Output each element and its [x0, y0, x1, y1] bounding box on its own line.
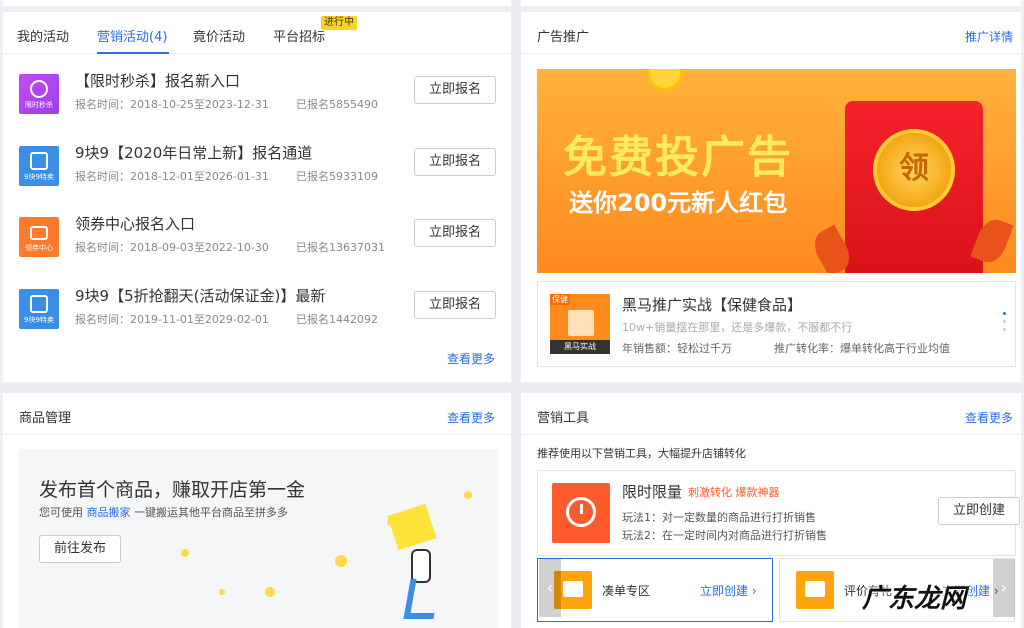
goods-migrate-link[interactable]: 商品搬家 — [87, 506, 131, 519]
decor-dot — [335, 555, 347, 567]
carousel-dot[interactable] — [1003, 320, 1006, 323]
tab-bidding-activities[interactable]: 竟价活动 — [193, 26, 245, 45]
signup-button[interactable]: 立即报名 — [414, 148, 496, 176]
activity-title: 【限时秒杀】报名新入口 — [75, 72, 241, 90]
goods-card: 商品管理 查看更多 发布首个商品，赚取开店第一金 您可使用 商品搬家 一键搬运其… — [3, 393, 511, 628]
ad-card-header: 广告推广 推广详情 — [521, 12, 1021, 54]
carousel-dots — [1003, 312, 1007, 336]
tool-item-bundle[interactable]: 凑单专区 立即创建 › — [537, 558, 773, 622]
activity-item: 限时秒杀 【限时秒杀】报名新入口 报名时间：2018-10-25至2023-12… — [3, 70, 511, 132]
person-icon — [411, 549, 431, 583]
decor-dot — [265, 587, 275, 597]
tab-my-activities[interactable]: 我的活动 — [17, 26, 69, 45]
tools-more-link[interactable]: 查看更多 — [965, 409, 1013, 426]
activity-item: 领券中心 领券中心报名入口 报名时间：2018-09-03至2022-10-30… — [3, 213, 511, 275]
coin-badge: 领 — [873, 129, 955, 211]
ad-card-title: 广告推广 — [537, 30, 590, 45]
activities-more-link[interactable]: 查看更多 — [447, 350, 495, 367]
tab-marketing-activities[interactable]: 营销活动(4) — [97, 26, 167, 45]
goods-desc: 您可使用 商品搬家 一键搬运其他平台商品至拼多多 — [39, 506, 288, 519]
activity-signup-count: 已报名1442092 — [296, 313, 378, 326]
goods-card-title: 商品管理 — [19, 411, 72, 426]
box-icon — [387, 503, 437, 551]
activity-time: 报名时间：2019-11-01至2029-02-01 — [75, 313, 269, 326]
ad-detail-link[interactable]: 推广详情 — [965, 28, 1013, 45]
alarm-clock-icon: 限时秒杀 — [19, 74, 59, 114]
decor-dot — [181, 549, 189, 557]
decor-dot — [219, 589, 225, 595]
coupon-icon: 领券中心 — [19, 217, 59, 257]
promo-item[interactable]: 保健 黑马实战 黑马推广实战【保健食品】 10w+销量摆在那里，还是多爆款，不服… — [537, 281, 1016, 367]
goods-card-header: 商品管理 查看更多 — [3, 393, 511, 435]
banner-subtitle: 送你200元新人红包 — [569, 189, 788, 217]
activity-tabs: 我的活动 营销活动(4) 竟价活动 平台招标 进行中 — [3, 12, 511, 54]
publish-goods-button[interactable]: 前往发布 — [39, 535, 121, 563]
comment-icon — [796, 571, 834, 609]
activity-item: 9块9特卖 9块9【2020年日常上新】报名通道 报名时间：2018-12-01… — [3, 142, 511, 204]
ad-card: 广告推广 推广详情 免费投广告 送你200元新人红包 领 保健 黑马实战 黑马推… — [521, 12, 1021, 382]
chevron-right-icon[interactable]: › — [993, 559, 1015, 617]
activity-time: 报名时间：2018-10-25至2023-12-31 — [75, 98, 269, 111]
activity-signup-count: 已报名5933109 — [296, 170, 378, 183]
tab-platform-bidding[interactable]: 平台招标 — [273, 26, 325, 45]
decor-dot — [464, 491, 472, 499]
chevron-left-icon[interactable]: ‹ — [539, 559, 561, 617]
tool-rule: 玩法2：在一定时间内对商品进行打折销售 — [622, 529, 827, 542]
signup-button[interactable]: 立即报名 — [414, 76, 496, 104]
tool-item-limited: 限时限量 刺激转化 爆款神器 玩法1：对一定数量的商品进行打折销售 玩法2：在一… — [537, 470, 1020, 556]
signup-button[interactable]: 立即报名 — [414, 219, 496, 247]
active-tab-indicator — [97, 52, 169, 54]
person-leg — [403, 579, 441, 619]
mini-tool-create-link[interactable]: 立即创建 › — [700, 582, 757, 599]
promo-desc: 10w+销量摆在那里，还是多爆款，不服都不行 — [622, 321, 853, 334]
alarm-clock-icon — [552, 483, 610, 543]
create-tool-button[interactable]: 立即创建 — [938, 497, 1020, 525]
nine-nine-icon: 9块9特卖 — [19, 289, 59, 329]
carousel-dot[interactable] — [1003, 312, 1006, 315]
tool-title: 限时限量 — [622, 483, 683, 501]
tools-card-title: 营销工具 — [537, 411, 590, 426]
activity-time: 报名时间：2018-12-01至2026-01-31 — [75, 170, 269, 183]
carousel-dot[interactable] — [1003, 328, 1006, 331]
activity-signup-count: 已报名13637031 — [296, 241, 385, 254]
tools-intro: 推荐使用以下营销工具，大幅提升店铺转化 — [537, 447, 746, 460]
goods-headline: 发布首个商品，赚取开店第一金 — [39, 479, 306, 501]
promo-stat-conversion: 推广转化率：爆单转化高于行业均值 — [774, 342, 950, 355]
promo-stat-sales: 年销售额：轻松过千万 — [622, 342, 732, 355]
tools-card-header: 营销工具 查看更多 — [521, 393, 1021, 435]
nine-nine-icon: 9块9特卖 — [19, 146, 59, 186]
tool-rule: 玩法1：对一定数量的商品进行打折销售 — [622, 511, 816, 524]
promo-thumbnail: 保健 黑马实战 — [550, 294, 610, 354]
activity-title: 9块9【2020年日常上新】报名通道 — [75, 144, 313, 162]
activity-item: 9块9特卖 9块9【5折抢翻天(活动保证金)】最新 报名时间：2019-11-0… — [3, 285, 511, 347]
mini-tool-label: 凑单专区 — [602, 584, 651, 598]
signup-button[interactable]: 立即报名 — [414, 291, 496, 319]
activity-signup-count: 已报名5855490 — [296, 98, 378, 111]
activities-card: 我的活动 营销活动(4) 竟价活动 平台招标 进行中 限时秒杀 【限时秒杀】报名… — [3, 12, 511, 382]
tool-tags: 刺激转化 爆款神器 — [688, 486, 780, 499]
goods-more-link[interactable]: 查看更多 — [447, 409, 495, 426]
ad-banner[interactable]: 免费投广告 送你200元新人红包 领 — [537, 69, 1016, 273]
watermark: 广东龙网 — [862, 584, 967, 614]
live-badge: 进行中 — [321, 16, 357, 30]
activity-time: 报名时间：2018-09-03至2022-10-30 — [75, 241, 269, 254]
goods-onboarding: 发布首个商品，赚取开店第一金 您可使用 商品搬家 一键搬运其他平台商品至拼多多 … — [19, 449, 498, 628]
gold-coin-icon — [647, 69, 683, 91]
banner-title: 免费投广告 — [563, 132, 793, 183]
promo-title: 黑马推广实战【保健食品】 — [622, 296, 803, 314]
activity-title: 9块9【5折抢翻天(活动保证金)】最新 — [75, 287, 326, 305]
activity-title: 领券中心报名入口 — [75, 215, 196, 233]
